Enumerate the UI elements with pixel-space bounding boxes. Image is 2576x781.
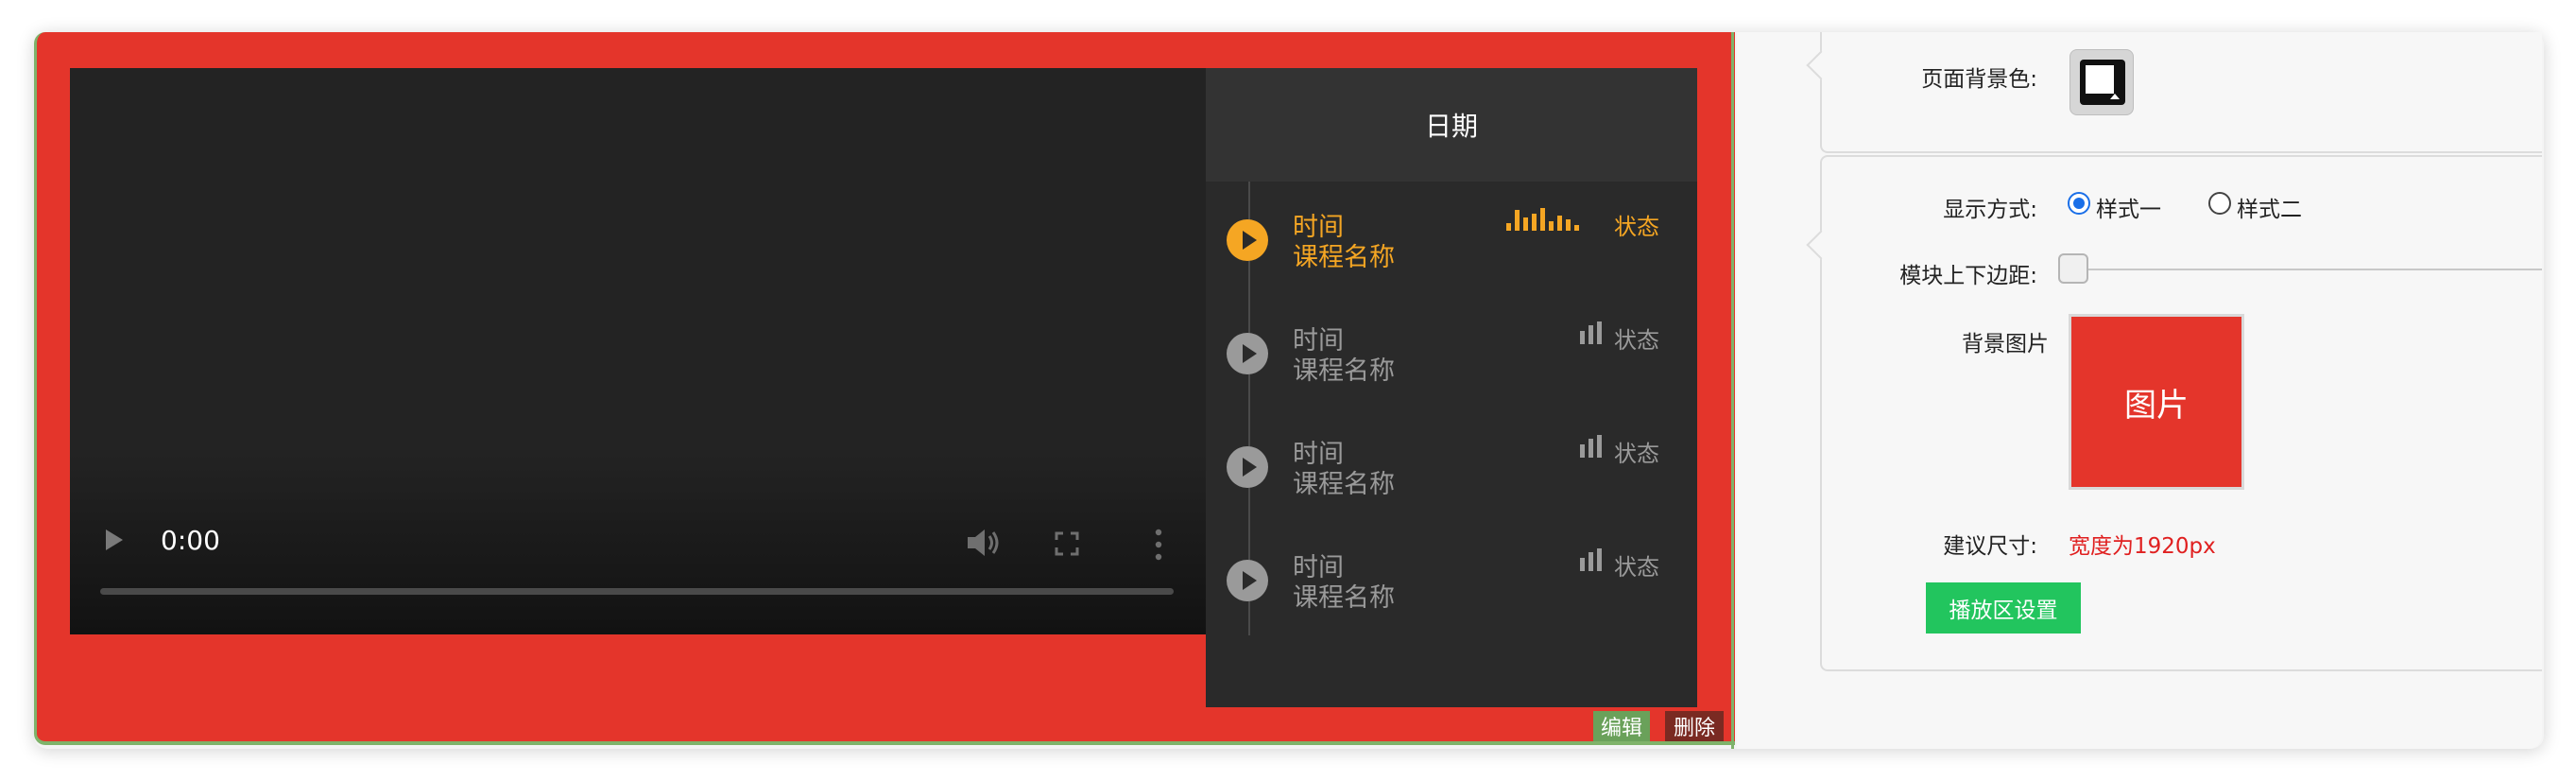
video-progress-bar[interactable] — [100, 588, 1174, 595]
play-circle-icon[interactable] — [1227, 446, 1268, 488]
fullscreen-icon[interactable] — [1055, 531, 1079, 556]
edit-module-button[interactable]: 编辑 — [1593, 711, 1650, 741]
playlist-item[interactable]: 时间 课程名称 状态 — [1206, 522, 1697, 635]
page-bg-color-label: 页面背景色: — [1921, 67, 2037, 92]
margin-slider-thumb[interactable] — [2058, 253, 2088, 284]
video-player[interactable]: 0:00 — [70, 68, 1206, 634]
size-label: 建议尺寸: — [1943, 534, 2037, 559]
display-mode-option-1[interactable]: 样式一 — [2096, 191, 2161, 223]
equalizer-icon — [1506, 208, 1579, 231]
bg-image-label: 背景图片 — [1962, 332, 2049, 356]
playlist-item[interactable]: 时间 课程名称 状态 — [1206, 408, 1697, 522]
play-circle-icon[interactable] — [1227, 560, 1268, 601]
page-settings-group — [1820, 32, 2542, 153]
item-course-name: 课程名称 — [1293, 243, 1395, 272]
player-settings-button[interactable]: 播放区设置 — [1926, 582, 2081, 633]
item-status: 状态 — [1614, 554, 1659, 581]
course-playlist: 日期 时间 课程名称 状态 时间 课程名称 状态 时间 课程名称 状态 时间 课… — [1206, 68, 1697, 707]
video-current-time: 0:00 — [161, 525, 220, 556]
module-border — [1731, 32, 1734, 749]
margin-slider-track[interactable] — [2069, 269, 2542, 270]
display-mode-label: 显示方式: — [1943, 198, 2037, 222]
play-circle-icon[interactable] — [1227, 219, 1268, 261]
item-course-name: 课程名称 — [1293, 356, 1395, 386]
item-course-name: 课程名称 — [1293, 583, 1395, 613]
playlist-item[interactable]: 时间 课程名称 状态 — [1206, 182, 1697, 295]
display-mode-radio-1[interactable] — [2068, 192, 2090, 215]
playlist-item[interactable]: 时间 课程名称 状态 — [1206, 295, 1697, 408]
play-circle-icon[interactable] — [1227, 333, 1268, 374]
display-mode-radio-2[interactable] — [2208, 192, 2231, 215]
image-placeholder-text: 图片 — [2124, 386, 2189, 425]
bar-chart-icon — [1580, 548, 1602, 571]
more-options-icon[interactable] — [1153, 528, 1164, 562]
item-course-name: 课程名称 — [1293, 470, 1395, 499]
play-icon[interactable] — [106, 529, 123, 550]
delete-module-button[interactable]: 删除 — [1665, 711, 1724, 741]
bg-image-upload[interactable]: 图片 — [2069, 314, 2244, 490]
playlist-date-header: 日期 — [1206, 68, 1697, 182]
item-status: 状态 — [1614, 327, 1659, 354]
margin-label: 模块上下边距: — [1899, 264, 2037, 288]
volume-icon[interactable] — [964, 526, 1002, 560]
color-swatch-icon — [2080, 60, 2125, 105]
item-status: 状态 — [1614, 441, 1659, 467]
display-mode-option-2[interactable]: 样式二 — [2237, 191, 2302, 223]
bar-chart-icon — [1580, 321, 1602, 344]
item-status: 状态 — [1614, 214, 1659, 240]
size-hint: 宽度为1920px — [2069, 534, 2216, 559]
page-bg-color-picker[interactable] — [2069, 49, 2134, 115]
bar-chart-icon — [1580, 435, 1602, 458]
